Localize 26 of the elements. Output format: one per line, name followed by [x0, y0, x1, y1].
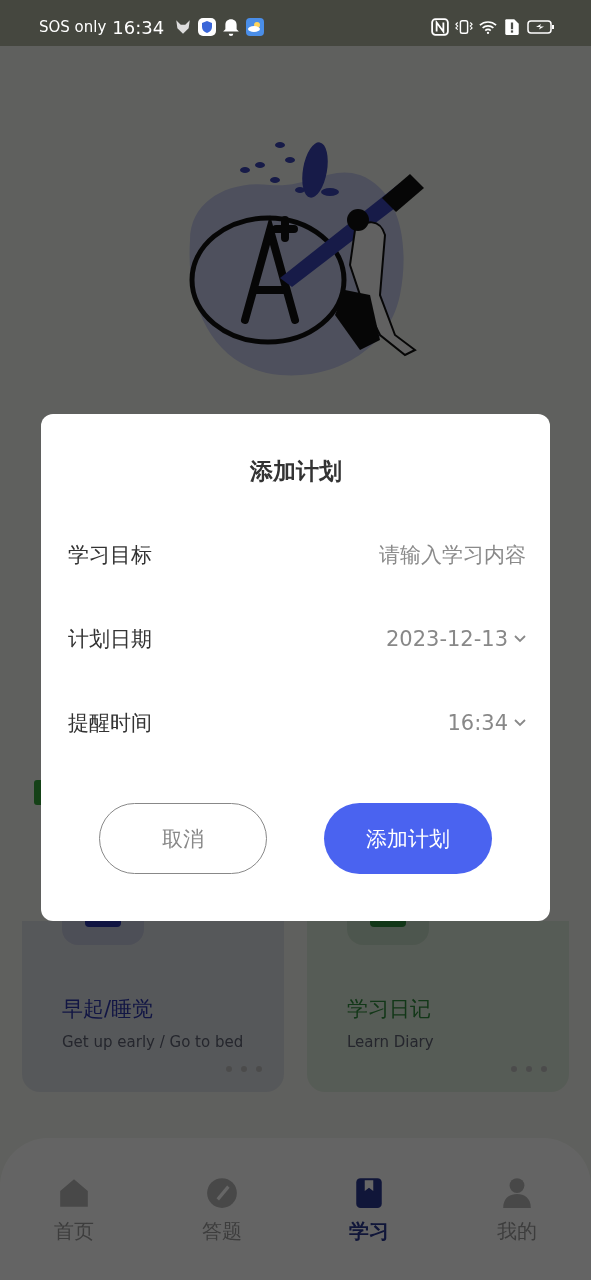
wifi-icon — [479, 18, 497, 36]
dialog-title: 添加计划 — [249, 457, 342, 486]
card-title: 早起/睡觉 — [62, 996, 155, 1023]
input-field[interactable]: 请输入学习内容 — [296, 543, 526, 567]
weather-icon — [246, 18, 265, 36]
fox-icon — [174, 18, 193, 36]
carrier-text: SOS only — [39, 18, 107, 36]
chevron-down-icon — [514, 719, 526, 727]
sim-alert-icon — [503, 18, 521, 36]
chevron-down-icon — [514, 635, 526, 643]
shield-icon — [198, 18, 217, 36]
battery-charging-icon — [527, 18, 555, 36]
pencil-icon — [204, 1176, 239, 1210]
field-label: 计划日期 — [68, 626, 152, 653]
card-title: 学习日记 — [347, 996, 432, 1023]
field-label: 提醒时间 — [68, 710, 152, 737]
nav-tab[interactable]: 学习 — [295, 1176, 444, 1280]
cancel-button[interactable]: 取消 — [99, 803, 267, 874]
bell-icon — [222, 18, 241, 36]
add-plan-button[interactable]: 添加计划 — [324, 803, 492, 874]
picker-field[interactable]: 16:34 — [447, 711, 526, 735]
vibrate-icon — [455, 18, 473, 36]
status-time: 16:34 — [112, 16, 165, 38]
picker-field[interactable]: 2023-12-13 — [385, 627, 526, 651]
nfc-icon — [431, 18, 449, 36]
field-label: 学习目标 — [68, 542, 152, 569]
